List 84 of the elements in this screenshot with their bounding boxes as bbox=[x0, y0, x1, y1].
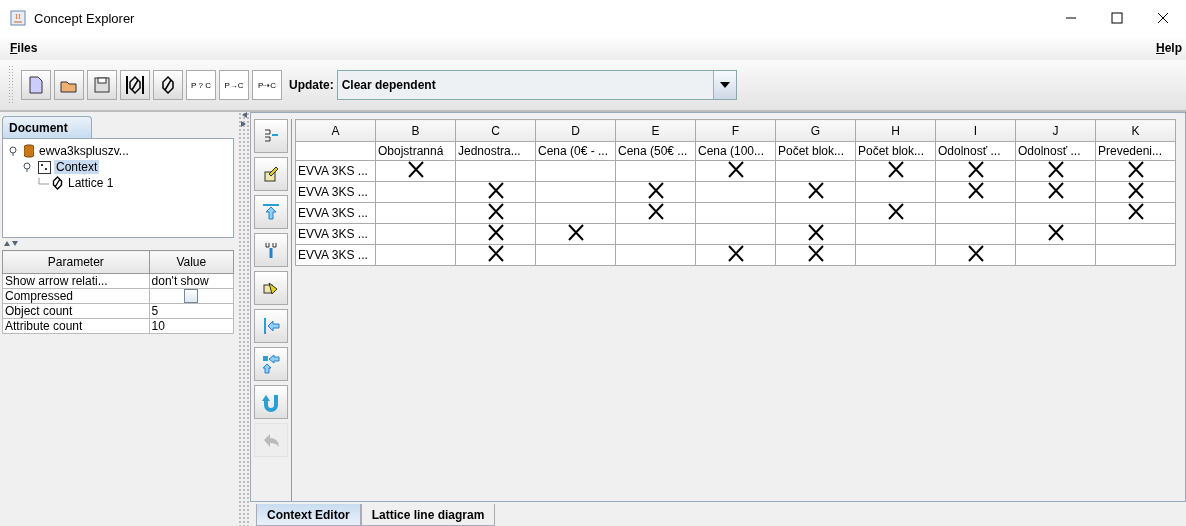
column-header: C bbox=[455, 119, 536, 142]
dropdown-arrow-icon bbox=[719, 82, 730, 88]
column-header: I bbox=[935, 119, 1016, 142]
new-file-icon bbox=[26, 75, 46, 95]
menu-item[interactable]: Files bbox=[10, 41, 38, 55]
cross-icon bbox=[646, 203, 665, 220]
cross-icon bbox=[1046, 161, 1065, 178]
tab[interactable]: Context Editor bbox=[256, 504, 361, 526]
column-header: Parameter bbox=[2, 250, 150, 274]
tree-item[interactable]: Lattice 1 bbox=[66, 176, 116, 190]
lattice-icon bbox=[52, 176, 63, 190]
arrow-left-bar-icon bbox=[261, 316, 281, 336]
cross-icon bbox=[966, 245, 985, 262]
cross-icon bbox=[406, 161, 425, 178]
cross-icon bbox=[646, 182, 665, 199]
document-tab[interactable]: Document bbox=[2, 116, 92, 138]
pencil-icon bbox=[261, 164, 281, 184]
column-header: E bbox=[615, 119, 696, 142]
column-header: J bbox=[1015, 119, 1096, 142]
update-label: Update: bbox=[289, 78, 334, 92]
cross-icon bbox=[1126, 203, 1145, 220]
lattice-bars-icon bbox=[125, 75, 145, 95]
tool-button[interactable] bbox=[254, 195, 288, 229]
cross-icon bbox=[1126, 182, 1145, 199]
toolbar-button[interactable] bbox=[120, 70, 150, 100]
tool-button[interactable] bbox=[254, 233, 288, 267]
column-header: B bbox=[375, 119, 456, 142]
column-header: G bbox=[775, 119, 856, 142]
cross-icon bbox=[966, 182, 985, 199]
checkbox[interactable] bbox=[184, 289, 199, 303]
arrow-up-bar-icon bbox=[261, 202, 281, 222]
cross-icon bbox=[886, 161, 905, 178]
tool-button[interactable] bbox=[254, 347, 288, 381]
column-header: A bbox=[295, 119, 376, 142]
cross-icon bbox=[886, 203, 905, 220]
cross-icon bbox=[806, 182, 825, 199]
cylinder-icon bbox=[24, 144, 34, 158]
cross-icon bbox=[566, 224, 585, 241]
object-cell[interactable]: EVVA 3KS ... bbox=[295, 244, 376, 266]
cross-icon bbox=[726, 245, 745, 262]
toolbar-button[interactable] bbox=[153, 70, 183, 100]
cross-icon bbox=[486, 224, 505, 241]
u-turn-arrow-icon bbox=[261, 392, 281, 412]
object-cell[interactable]: EVVA 3KS ... bbox=[295, 202, 376, 224]
tree-item[interactable]: ewva3kspluszv... bbox=[37, 144, 131, 158]
toolbar-button[interactable]: P→C bbox=[219, 70, 249, 100]
window-title: Concept Explorer bbox=[34, 10, 135, 26]
toolbar-button[interactable]: P⇢C bbox=[252, 70, 282, 100]
tool-button[interactable] bbox=[254, 157, 288, 191]
cross-icon bbox=[806, 245, 825, 262]
update-dropdown[interactable]: Clear dependent bbox=[336, 70, 737, 100]
close-icon[interactable] bbox=[1157, 12, 1169, 24]
cross-icon bbox=[486, 182, 505, 199]
object-cell[interactable]: EVVA 3KS ... bbox=[295, 223, 376, 245]
object-cell[interactable]: EVVA 3KS ... bbox=[295, 160, 376, 182]
column-header: Value bbox=[149, 250, 234, 274]
cross-icon bbox=[486, 245, 505, 262]
tree-item[interactable]: Context bbox=[54, 160, 100, 174]
tool-button[interactable] bbox=[254, 385, 288, 419]
tab[interactable]: Lattice line diagram bbox=[360, 504, 496, 526]
collapse-arrows-icon[interactable] bbox=[4, 240, 20, 246]
arrows-join-icon bbox=[261, 354, 281, 374]
cross-icon bbox=[966, 161, 985, 178]
cross-icon bbox=[806, 224, 825, 241]
maximize-icon[interactable] bbox=[1111, 12, 1123, 24]
split-arrows-icon[interactable] bbox=[241, 112, 247, 128]
cross-icon bbox=[1126, 161, 1145, 178]
column-header: H bbox=[855, 119, 936, 142]
column-header: D bbox=[535, 119, 616, 142]
context-icon bbox=[38, 160, 51, 174]
tool-button[interactable] bbox=[254, 309, 288, 343]
column-header: F bbox=[695, 119, 776, 142]
cross-icon bbox=[1046, 182, 1065, 199]
cross-icon bbox=[1046, 224, 1065, 241]
cross-icon bbox=[726, 161, 745, 178]
app-icon bbox=[10, 10, 26, 26]
toolbar-button[interactable]: P ? C bbox=[186, 70, 216, 100]
menu-item[interactable]: Help bbox=[1156, 41, 1182, 55]
tool-button[interactable] bbox=[254, 119, 288, 153]
tree-line bbox=[37, 178, 49, 188]
object-cell[interactable]: EVVA 3KS ... bbox=[295, 181, 376, 203]
column-header: K bbox=[1095, 119, 1176, 142]
cross-icon bbox=[486, 203, 505, 220]
tool-button[interactable] bbox=[254, 271, 288, 305]
